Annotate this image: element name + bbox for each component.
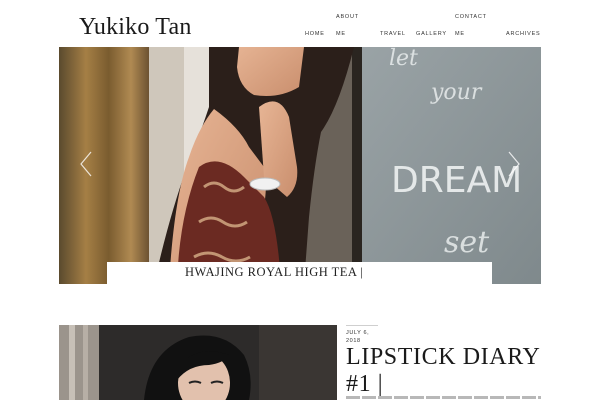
- nav-archives[interactable]: ARCHIVES: [506, 26, 541, 43]
- post-thumbnail[interactable]: [59, 325, 337, 400]
- nav-contact-me[interactable]: CONTACT ME: [455, 9, 487, 43]
- nav-contact-label-2: ME: [455, 31, 465, 37]
- hero-slider[interactable]: let your DREAM set: [59, 47, 541, 284]
- board-word-4: set: [444, 225, 490, 260]
- post-image: [59, 325, 337, 400]
- board-word-2: your: [430, 80, 483, 105]
- nav-contact-label-1: CONTACT: [455, 14, 487, 20]
- slider-next-button[interactable]: [507, 150, 521, 178]
- hero-caption-title[interactable]: HWAJING ROYAL HIGH TEA |: [185, 265, 363, 280]
- board-word-3: DREAM: [391, 160, 522, 201]
- main-nav: HOME ABOUT ME TRAVEL GALLERY CONTACT ME …: [0, 0, 600, 46]
- nav-travel[interactable]: TRAVEL: [380, 26, 406, 43]
- hero-caption-box[interactable]: HWAJING ROYAL HIGH TEA |: [107, 262, 492, 284]
- board-word-1: let: [389, 47, 418, 71]
- post-date: JULY 6, 2018: [346, 330, 369, 345]
- nav-gallery[interactable]: GALLERY: [416, 26, 447, 43]
- post-title[interactable]: LIPSTICK DIARY #1 |: [346, 344, 546, 398]
- hero-image: let your DREAM set: [59, 47, 541, 284]
- post-title-line-1: LIPSTICK DIARY: [346, 344, 541, 370]
- slider-prev-button[interactable]: [79, 150, 93, 178]
- nav-about-label-1: ABOUT: [336, 14, 359, 20]
- chevron-left-icon: [80, 151, 92, 177]
- post-excerpt-text: [346, 396, 541, 399]
- post-meta-divider: [346, 325, 378, 326]
- nav-about-me[interactable]: ABOUT ME: [336, 9, 359, 43]
- nav-about-label-2: ME: [336, 31, 346, 37]
- chevron-right-icon: [508, 151, 520, 177]
- nav-home[interactable]: HOME: [305, 26, 325, 43]
- post-title-line-2: #1 |: [346, 371, 384, 397]
- post-date-line-1: JULY 6,: [346, 330, 370, 336]
